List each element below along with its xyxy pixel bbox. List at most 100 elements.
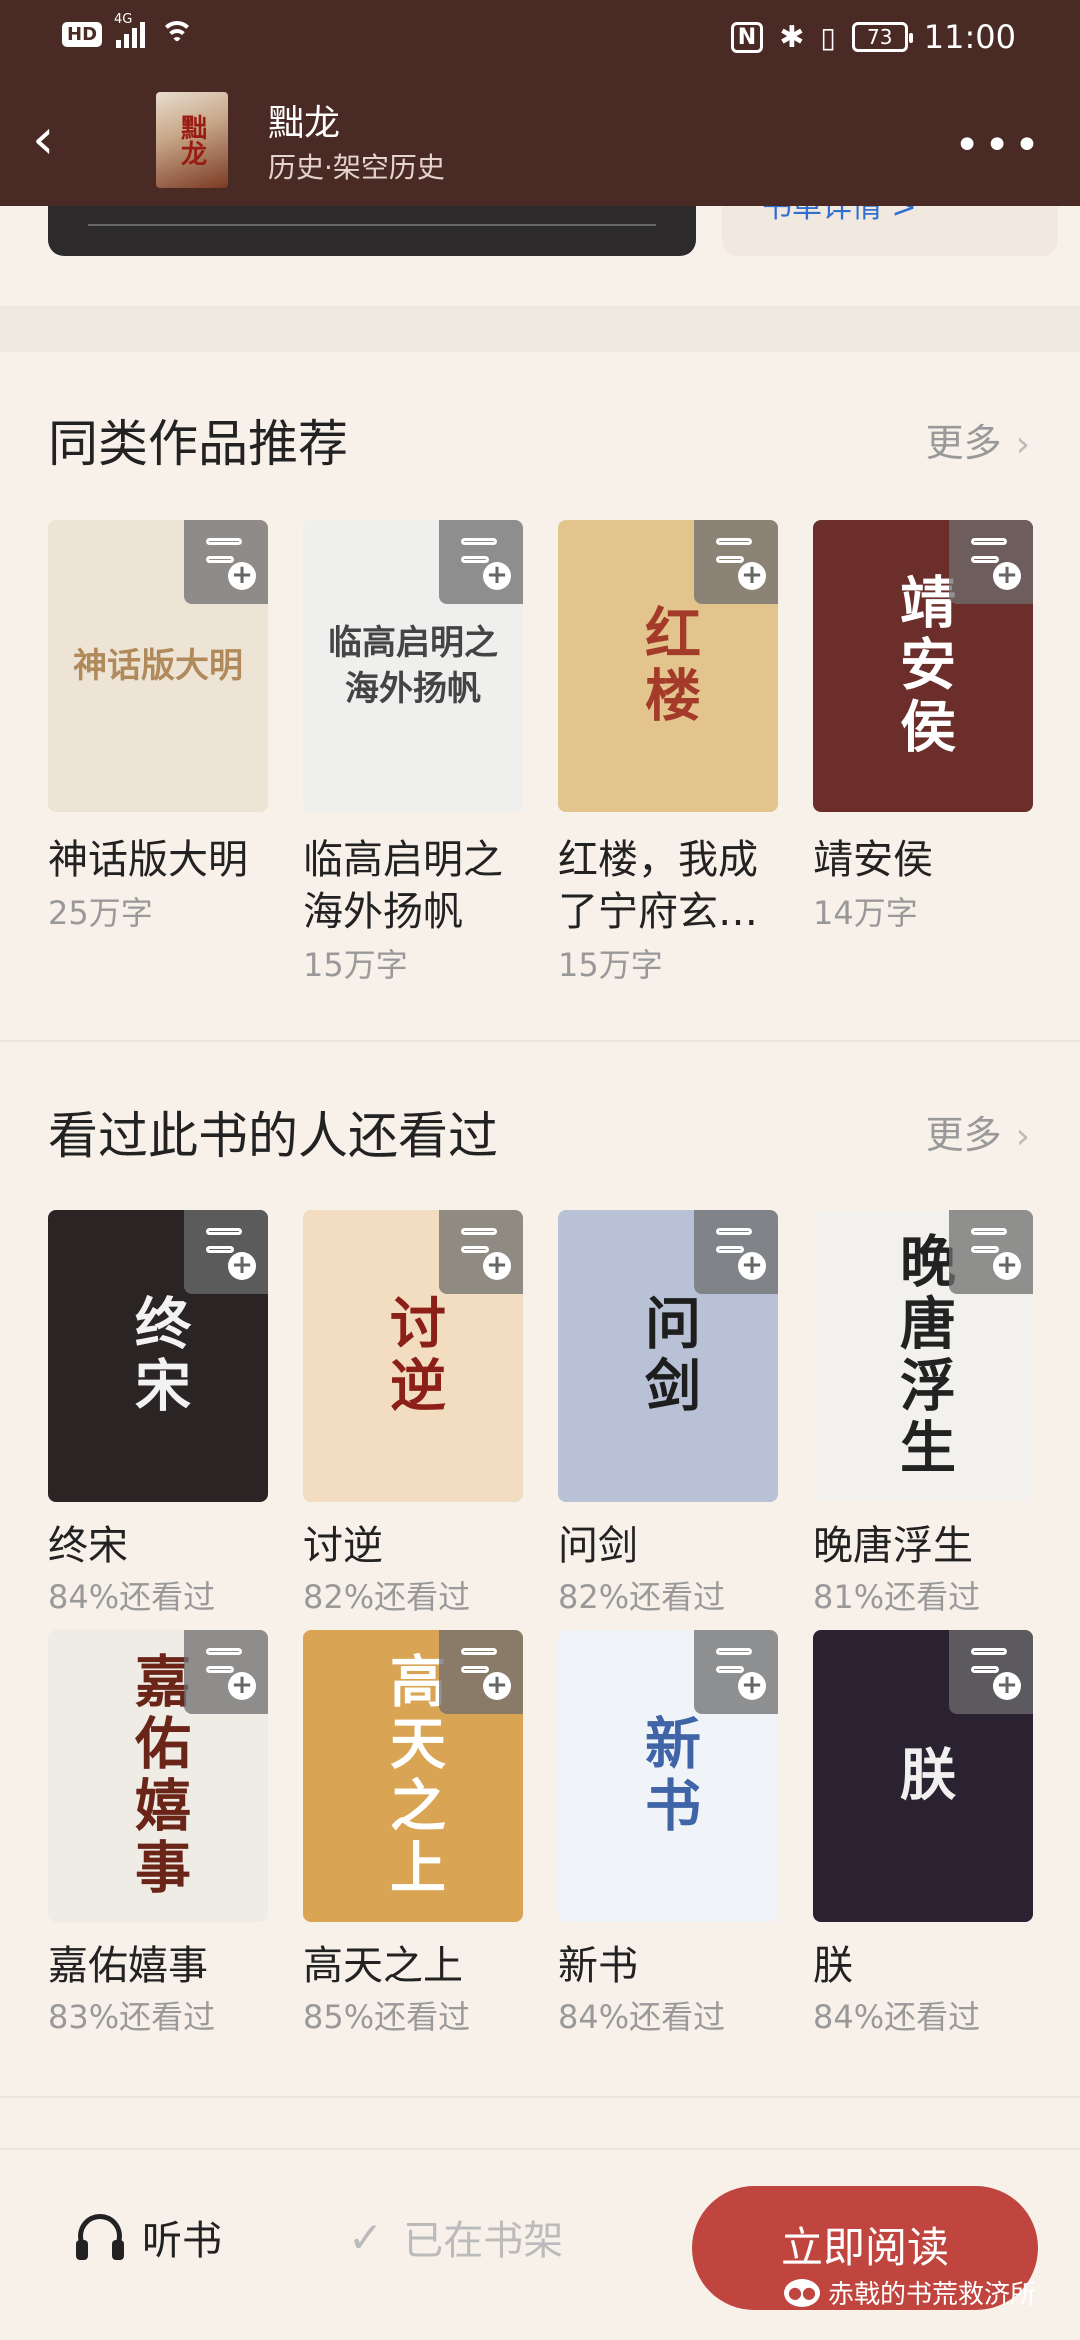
add-to-shelf-icon[interactable]: + bbox=[439, 1210, 523, 1294]
also-read-more-link[interactable]: 更多 › bbox=[926, 1104, 1030, 1159]
chevron-left-icon: ‹ bbox=[32, 107, 55, 172]
chevron-right-icon: › bbox=[1015, 1116, 1030, 1157]
book-list-detail-link[interactable]: 书单详情 > bbox=[722, 206, 1058, 256]
word-count: 14万字 bbox=[813, 894, 918, 932]
vibrate-icon: ▯ bbox=[820, 20, 836, 54]
book-cover[interactable]: 终宋 + bbox=[48, 1210, 268, 1502]
similar-section-title: 同类作品推荐 bbox=[48, 415, 348, 473]
book-cover[interactable]: 嘉佑嬉事 + bbox=[48, 1630, 268, 1922]
add-to-shelf-icon[interactable]: + bbox=[694, 520, 778, 604]
book-category: 历史·架空历史 bbox=[268, 151, 445, 184]
book-title[interactable]: 靖安侯 bbox=[813, 834, 1033, 886]
book-card[interactable]: 靖安侯 + 靖安侯 14万字 bbox=[813, 520, 1033, 934]
book-cover[interactable]: 神话版大明 + bbox=[48, 520, 268, 812]
book-cover[interactable]: 临高启明之海外扬帆 + bbox=[303, 520, 523, 812]
add-to-shelf-icon[interactable]: + bbox=[949, 1630, 1033, 1714]
book-title[interactable]: 高天之上 bbox=[303, 1940, 523, 1992]
battery-icon: 73 bbox=[851, 22, 913, 52]
cover-title: 神话版大明 bbox=[73, 646, 243, 686]
book-card[interactable]: 高天之上 + 高天之上 85%还看过 bbox=[303, 1630, 523, 2038]
cover-title: 问剑 bbox=[635, 1294, 701, 1418]
listen-button[interactable]: 听书 bbox=[76, 2208, 222, 2266]
add-to-shelf-icon[interactable]: + bbox=[949, 520, 1033, 604]
add-to-shelf-icon[interactable]: + bbox=[184, 1630, 268, 1714]
book-cover[interactable]: 讨逆 + bbox=[303, 1210, 523, 1502]
book-card[interactable]: 神话版大明 + 神话版大明 25万字 bbox=[48, 520, 268, 934]
book-title[interactable]: 晚唐浮生 bbox=[813, 1520, 1033, 1572]
book-card[interactable]: 新书 + 新书 84%还看过 bbox=[558, 1630, 778, 2038]
word-count: 15万字 bbox=[558, 946, 663, 984]
listen-label: 听书 bbox=[142, 2218, 222, 2264]
book-cover[interactable]: 高天之上 + bbox=[303, 1630, 523, 1922]
book-cover[interactable]: 问剑 + bbox=[558, 1210, 778, 1502]
add-to-shelf-icon[interactable]: + bbox=[184, 1210, 268, 1294]
book-cover[interactable]: 红楼 + bbox=[558, 520, 778, 812]
also-read-percent: 84%还看过 bbox=[48, 1578, 216, 1616]
detail-link-label: 书单详情 > bbox=[762, 206, 917, 225]
cover-title: 黜龙 bbox=[176, 114, 207, 166]
chevron-right-icon: › bbox=[1015, 424, 1030, 465]
similar-more-link[interactable]: 更多 › bbox=[926, 412, 1030, 467]
also-read-percent: 84%还看过 bbox=[813, 1998, 981, 2036]
add-to-shelf-icon[interactable]: + bbox=[439, 520, 523, 604]
bottom-action-bar: 听书 ✓ 已在书架 立即阅读 ●● 赤戟的书荒救济所 bbox=[0, 2148, 1080, 2340]
also-read-percent: 84%还看过 bbox=[558, 1998, 726, 2036]
book-title[interactable]: 嘉佑嬉事 bbox=[48, 1940, 268, 1992]
nfc-icon: N bbox=[730, 21, 764, 53]
peek-banner bbox=[48, 206, 696, 256]
book-card[interactable]: 问剑 + 问剑 82%还看过 bbox=[558, 1210, 778, 1618]
cover-title: 讨逆 bbox=[380, 1294, 446, 1418]
top-bar: HD 4G N ✱ ▯ 73 11:00 ‹ 黜龙 黜龙 历史·架空历史 ••• bbox=[0, 0, 1080, 206]
book-title[interactable]: 问剑 bbox=[558, 1520, 778, 1572]
book-title[interactable]: 临高启明之海外扬帆 bbox=[303, 834, 523, 938]
book-card[interactable]: 嘉佑嬉事 + 嘉佑嬉事 83%还看过 bbox=[48, 1630, 268, 2038]
book-title[interactable]: 讨逆 bbox=[303, 1520, 523, 1572]
section-divider bbox=[0, 306, 1080, 352]
book-cover[interactable]: 靖安侯 + bbox=[813, 520, 1033, 812]
status-bar: HD 4G N ✱ ▯ 73 11:00 bbox=[0, 0, 1080, 80]
more-label: 更多 bbox=[925, 1113, 1002, 1157]
clock: 11:00 bbox=[923, 18, 1016, 56]
book-title[interactable]: 新书 bbox=[558, 1940, 778, 1992]
book-card[interactable]: 讨逆 + 讨逆 82%还看过 bbox=[303, 1210, 523, 1618]
wechat-icon: ●● bbox=[784, 2278, 820, 2307]
book-card[interactable]: 朕 + 朕 84%还看过 bbox=[813, 1630, 1033, 2038]
book-cover-thumbnail[interactable]: 黜龙 bbox=[156, 92, 228, 188]
book-card[interactable]: 临高启明之海外扬帆 + 临高启明之海外扬帆 15万字 bbox=[303, 520, 523, 986]
cover-title: 朕 bbox=[890, 1745, 956, 1807]
hd-badge: HD bbox=[62, 21, 103, 47]
book-title[interactable]: 终宋 bbox=[48, 1520, 268, 1572]
bluetooth-icon: ✱ bbox=[779, 19, 805, 55]
cover-title: 红楼 bbox=[635, 604, 701, 728]
book-title[interactable]: 朕 bbox=[813, 1940, 1033, 1992]
book-title[interactable]: 神话版大明 bbox=[48, 834, 268, 886]
book-cover[interactable]: 新书 + bbox=[558, 1630, 778, 1922]
also-read-percent: 82%还看过 bbox=[558, 1578, 726, 1616]
book-title[interactable]: 红楼，我成了宁府玄… bbox=[558, 834, 778, 938]
signal-icon: 4G bbox=[114, 12, 146, 48]
add-to-shelf-icon[interactable]: + bbox=[694, 1630, 778, 1714]
in-shelf-button[interactable]: ✓ 已在书架 bbox=[348, 2208, 563, 2266]
divider bbox=[0, 1040, 1080, 1042]
checkmark-icon: ✓ bbox=[348, 2212, 384, 2262]
book-card[interactable]: 红楼 + 红楼，我成了宁府玄… 15万字 bbox=[558, 520, 778, 986]
header: ‹ 黜龙 黜龙 历史·架空历史 ••• bbox=[0, 80, 1080, 206]
divider bbox=[0, 2096, 1080, 2098]
word-count: 25万字 bbox=[48, 894, 153, 932]
cover-title: 新书 bbox=[635, 1714, 701, 1838]
also-read-section-title: 看过此书的人还看过 bbox=[48, 1107, 498, 1165]
previous-section-peek: 书单详情 > bbox=[0, 206, 1080, 306]
add-to-shelf-icon[interactable]: + bbox=[949, 1210, 1033, 1294]
add-to-shelf-icon[interactable]: + bbox=[184, 520, 268, 604]
add-to-shelf-icon[interactable]: + bbox=[694, 1210, 778, 1294]
back-button[interactable]: ‹ bbox=[32, 110, 72, 170]
word-count: 15万字 bbox=[303, 946, 408, 984]
book-cover[interactable]: 晚唐浮生 + bbox=[813, 1210, 1033, 1502]
book-cover[interactable]: 朕 + bbox=[813, 1630, 1033, 1922]
in-shelf-label: 已在书架 bbox=[403, 2218, 564, 2264]
book-card[interactable]: 晚唐浮生 + 晚唐浮生 81%还看过 bbox=[813, 1210, 1033, 1618]
book-card[interactable]: 终宋 + 终宋 84%还看过 bbox=[48, 1210, 268, 1618]
more-options-button[interactable]: ••• bbox=[954, 120, 1044, 171]
add-to-shelf-icon[interactable]: + bbox=[439, 1630, 523, 1714]
also-read-percent: 82%还看过 bbox=[303, 1578, 471, 1616]
